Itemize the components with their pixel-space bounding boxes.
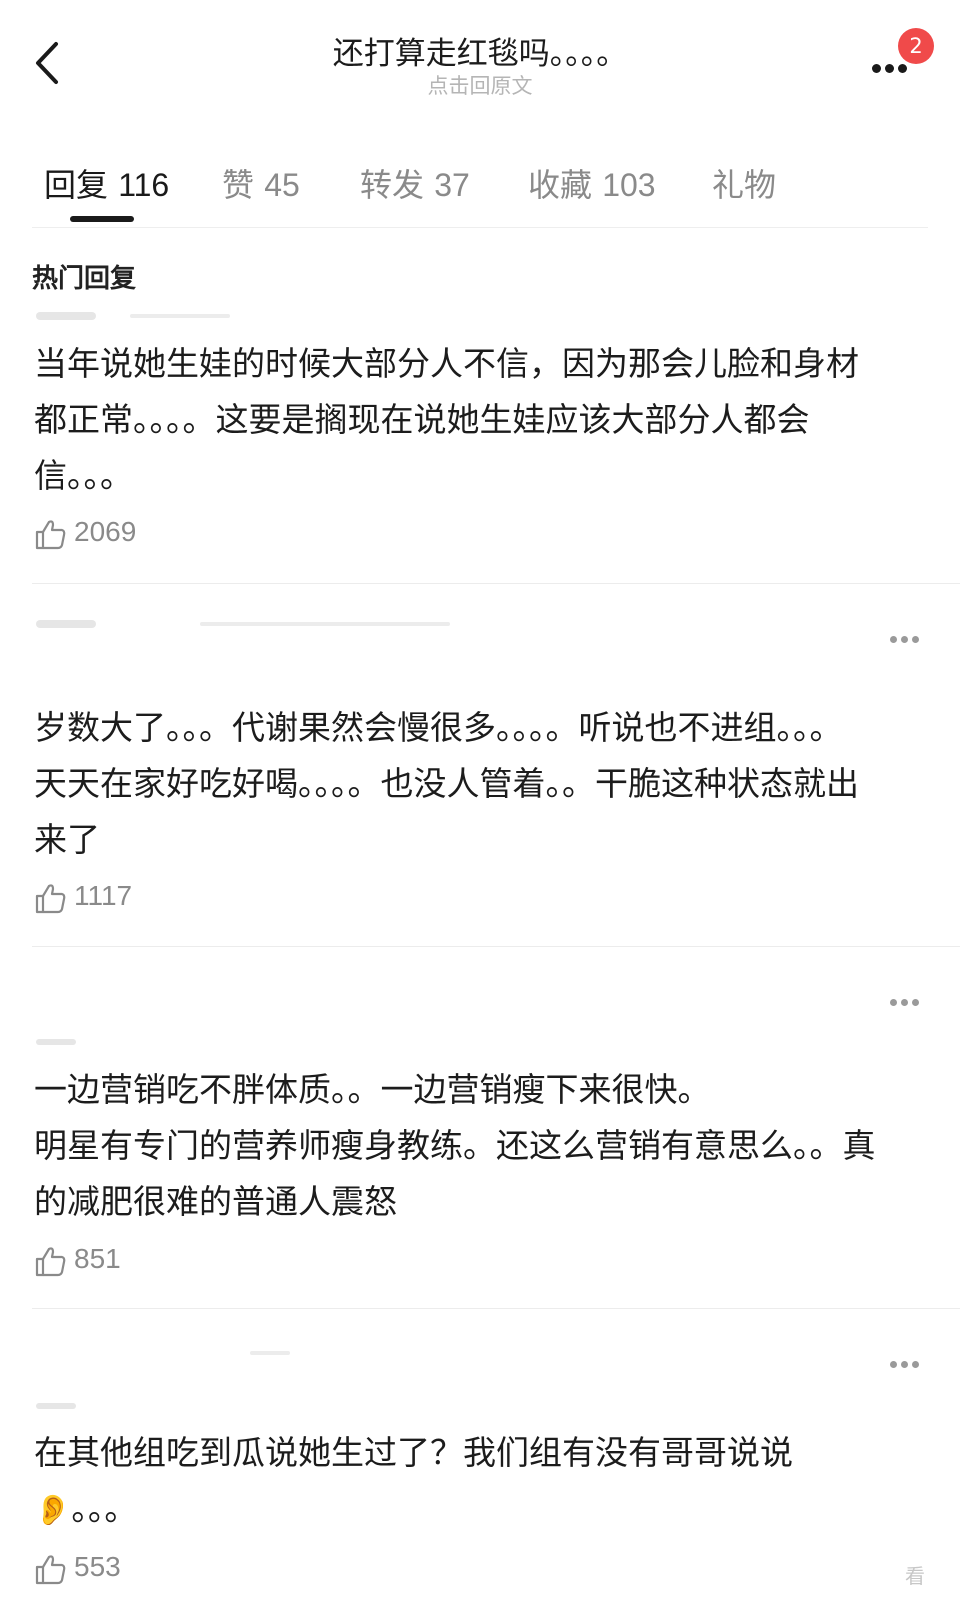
username[interactable] xyxy=(200,622,450,626)
page-title: 还打算走红毯吗。。。。 xyxy=(332,36,628,72)
like-count: 851 xyxy=(74,1243,121,1274)
comment-more-button[interactable] xyxy=(890,1353,926,1368)
watermark: 看 xyxy=(905,1564,925,1588)
tab-count: 103 xyxy=(602,167,656,203)
username[interactable] xyxy=(250,1351,290,1355)
tab-count: 116 xyxy=(118,167,170,203)
avatar[interactable] xyxy=(36,1403,76,1409)
section-title-hot-replies: 热门回复 xyxy=(32,264,137,294)
tab-favorites[interactable]: 收藏 103 xyxy=(528,160,656,206)
avatar[interactable] xyxy=(36,620,96,628)
top-bar: 还打算走红毯吗。。。。 点击回原文 2 xyxy=(0,0,960,120)
comment-text: 在其他组吃到瓜说她生过了？我们组有没有哥哥说说 👂。。。 xyxy=(34,1425,924,1539)
thumbs-up-icon xyxy=(35,1247,66,1277)
like-count: 553 xyxy=(74,1551,121,1582)
divider xyxy=(32,1308,960,1309)
divider xyxy=(32,227,928,228)
ear-emoji-icon: 👂 xyxy=(34,1492,72,1528)
thumbs-up-icon xyxy=(35,1555,66,1585)
comment-text: 岁数大了。。。代谢果然会慢很多。。。。听说也不进组。。。 天天在家好吃好喝。。。… xyxy=(34,708,859,859)
tab-count: 37 xyxy=(434,167,470,203)
tab-count: 45 xyxy=(264,167,300,203)
avatar[interactable] xyxy=(36,1039,76,1045)
tab-replies[interactable]: 回复 116 xyxy=(44,160,169,206)
comment-text-body: 在其他组吃到瓜说她生过了？我们组有没有哥哥说说 xyxy=(34,1433,793,1472)
comment-text-suffix: 。。。 xyxy=(71,1489,138,1528)
comment-text: 一边营销吃不胖体质。。一边营销瘦下来很快。 明星有专门的营养师瘦身教练。还这么营… xyxy=(34,1070,876,1221)
tab-label: 转发 xyxy=(360,166,425,204)
comment-more-button[interactable] xyxy=(890,628,926,643)
tab-reposts[interactable]: 转发 37 xyxy=(360,160,470,206)
username[interactable] xyxy=(130,314,230,318)
like-count: 1117 xyxy=(74,880,133,911)
comment-more-button[interactable] xyxy=(890,991,926,1006)
thumbs-up-icon xyxy=(35,520,66,550)
like-count: 2069 xyxy=(74,516,137,547)
tab-likes[interactable]: 赞 45 xyxy=(222,160,300,206)
comment-text: 当年说她生娃的时候大部分人不信，因为那会儿脸和身材 都正常。。。。这要是搁现在说… xyxy=(34,344,859,495)
tab-gifts[interactable]: 礼物 xyxy=(712,160,776,206)
more-options-button[interactable]: 2 xyxy=(868,28,934,78)
tab-label: 回复 xyxy=(44,166,109,204)
notification-badge: 2 xyxy=(898,28,934,64)
tab-label: 赞 xyxy=(222,166,255,204)
active-tab-indicator xyxy=(70,216,134,222)
avatar[interactable] xyxy=(36,312,96,320)
tab-label: 收藏 xyxy=(528,166,593,204)
divider xyxy=(32,583,960,584)
tab-label: 礼物 xyxy=(712,166,777,204)
tab-bar: 回复 116 赞 45 转发 37 收藏 103 礼物 xyxy=(0,150,960,230)
view-original-link[interactable]: 点击回原文 xyxy=(0,70,960,100)
divider xyxy=(32,946,960,947)
thumbs-up-icon xyxy=(35,884,66,914)
